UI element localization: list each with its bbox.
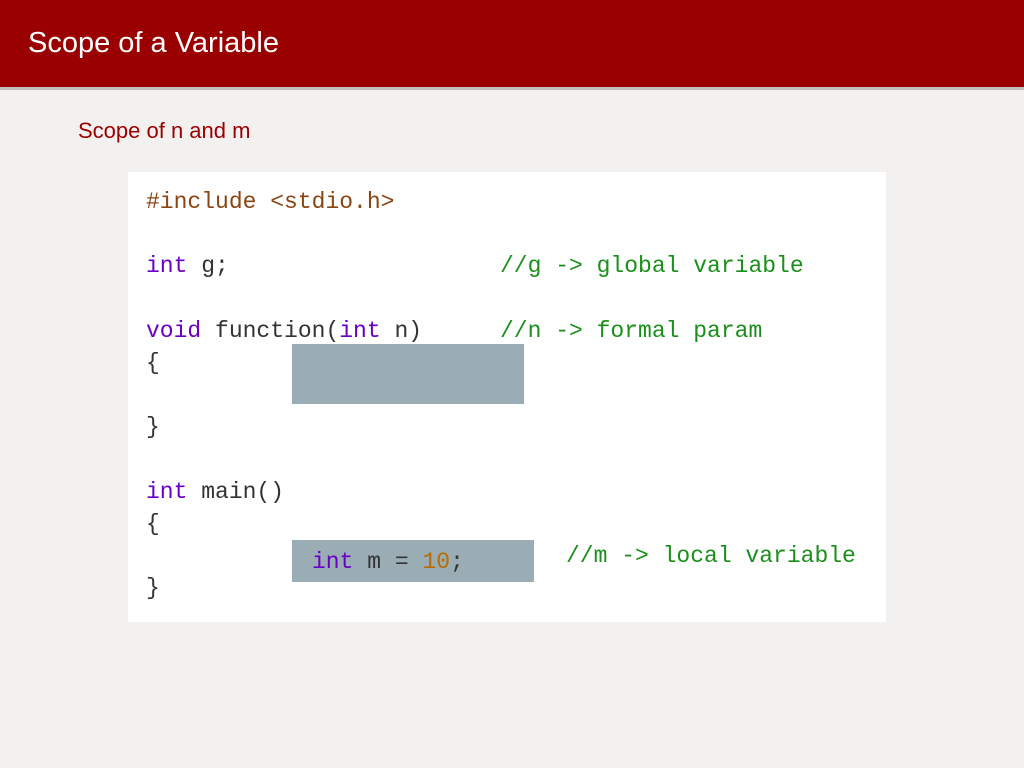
number-ten: 10 xyxy=(422,549,450,575)
identifier-param-n: n) xyxy=(381,318,422,344)
keyword-int-local: int xyxy=(312,549,353,575)
code-line-include: #include <stdio.h> xyxy=(146,186,868,218)
brace-close: } xyxy=(146,414,160,440)
code-line-blank xyxy=(146,218,868,250)
code-line-funcdecl: void function(int n) //n -> formal param xyxy=(146,315,868,347)
keyword-int-param: int xyxy=(339,318,380,344)
identifier-g: g; xyxy=(187,253,228,279)
identifier-function: function( xyxy=(201,318,339,344)
code-line-brace-close: } xyxy=(146,572,868,604)
semicolon: ; xyxy=(450,549,464,575)
code-line-funcbody xyxy=(146,379,868,411)
code-line-brace-close: } xyxy=(146,411,868,443)
comment-local: //m -> local variable xyxy=(566,540,856,572)
header-title: Scope of a Variable xyxy=(28,27,279,60)
preprocessor-dir: #include xyxy=(146,189,270,215)
subtitle: Scope of n and m xyxy=(0,90,1024,144)
header-bar: Scope of a Variable xyxy=(0,0,1024,90)
code-line-global: int g; //g -> global variable xyxy=(146,250,868,282)
code-line-brace-open: { xyxy=(146,508,868,540)
code-line-local-row: //m -> local variable xyxy=(146,540,868,572)
brace-close: } xyxy=(146,575,160,601)
brace-open: { xyxy=(146,350,160,376)
code-line-local-m: int m = 10; xyxy=(312,546,464,578)
operator-assign: = xyxy=(395,549,423,575)
identifier-main: main() xyxy=(187,479,284,505)
code-line-blank xyxy=(146,283,868,315)
comment-global: //g -> global variable xyxy=(500,250,804,282)
brace-open: { xyxy=(146,511,160,537)
code-line-blank xyxy=(146,444,868,476)
code-line-brace-open: { xyxy=(146,347,868,379)
include-file: <stdio.h> xyxy=(270,189,394,215)
keyword-int: int xyxy=(146,253,187,279)
keyword-int-main: int xyxy=(146,479,187,505)
code-block: #include <stdio.h> int g; //g -> global v… xyxy=(128,172,886,622)
identifier-m: m xyxy=(353,549,394,575)
keyword-void: void xyxy=(146,318,201,344)
comment-param: //n -> formal param xyxy=(500,315,762,347)
code-line-maindecl: int main() xyxy=(146,476,868,508)
